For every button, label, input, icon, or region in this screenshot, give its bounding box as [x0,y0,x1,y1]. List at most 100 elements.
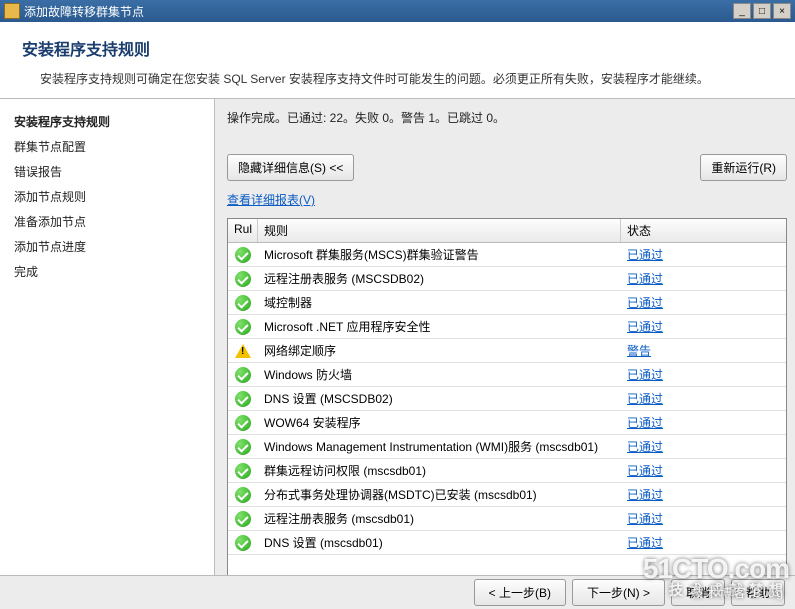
back-button[interactable]: < 上一步(B) [474,579,566,606]
table-header: Rul 规则 状态 [228,219,786,243]
sidebar: 安装程序支持规则群集节点配置错误报告添加节点规则准备添加节点添加节点进度完成 [0,99,215,587]
table-row[interactable]: 远程注册表服务 (mscsdb01) 已通过 [228,507,786,531]
col-status[interactable]: 状态 [621,219,786,242]
status-link[interactable]: 已通过 [627,440,663,454]
check-icon [235,535,251,551]
check-icon [235,415,251,431]
status-icon-cell [228,439,258,455]
close-button[interactable]: × [773,3,791,19]
status-icon-cell [228,391,258,407]
table-row[interactable]: Windows 防火墙已通过 [228,363,786,387]
sidebar-item-3[interactable]: 添加节点规则 [6,184,208,209]
rule-name: Microsoft .NET 应用程序安全性 [258,318,621,335]
rule-status: 已通过 [621,270,786,287]
rule-status: 已通过 [621,462,786,479]
status-icon-cell [228,295,258,311]
rule-name: 远程注册表服务 (mscsdb01) [258,510,621,527]
rule-name: 群集远程访问权限 (mscsdb01) [258,462,621,479]
status-icon-cell [228,271,258,287]
table-row[interactable]: Microsoft .NET 应用程序安全性已通过 [228,315,786,339]
page-title: 安装程序支持规则 [22,36,773,60]
rule-name: Windows Management Instrumentation (WMI)… [258,438,621,455]
rule-status: 已通过 [621,366,786,383]
sidebar-item-2[interactable]: 错误报告 [6,159,208,184]
table-row[interactable]: 网络绑定顺序警告 [228,339,786,363]
wizard-footer: < 上一步(B) 下一步(N) > 取消 帮助 [0,575,795,609]
status-icon-cell [228,247,258,263]
col-rule[interactable]: 规则 [258,219,621,242]
page-description: 安装程序支持规则可确定在您安装 SQL Server 安装程序支持文件时可能发生… [40,70,773,88]
sidebar-item-1[interactable]: 群集节点配置 [6,134,208,159]
rule-name: WOW64 安装程序 [258,414,621,431]
col-icon[interactable]: Rul [228,219,258,242]
rule-status: 已通过 [621,414,786,431]
table-row[interactable]: 域控制器已通过 [228,291,786,315]
check-icon [235,319,251,335]
status-icon-cell [228,463,258,479]
rules-table: Rul 规则 状态 Microsoft 群集服务(MSCS)群集验证警告已通过远… [227,218,787,581]
status-link[interactable]: 已通过 [627,392,663,406]
app-icon [4,3,20,19]
sidebar-item-5[interactable]: 添加节点进度 [6,234,208,259]
table-row[interactable]: Microsoft 群集服务(MSCS)群集验证警告已通过 [228,243,786,267]
status-icon-cell [228,367,258,383]
page-header: 安装程序支持规则 安装程序支持规则可确定在您安装 SQL Server 安装程序… [0,22,795,99]
status-icon-cell [228,344,258,358]
status-link[interactable]: 已通过 [627,416,663,430]
help-button[interactable]: 帮助 [731,579,785,606]
rule-status: 已通过 [621,534,786,551]
rule-status: 已通过 [621,438,786,455]
toolbar: 隐藏详细信息(S) << 重新运行(R) [227,154,787,181]
table-row[interactable]: WOW64 安装程序已通过 [228,411,786,435]
rule-name: DNS 设置 (mscsdb01) [258,534,621,551]
status-link[interactable]: 已通过 [627,464,663,478]
rule-name: 分布式事务处理协调器(MSDTC)已安装 (mscsdb01) [258,486,621,503]
status-link[interactable]: 已通过 [627,296,663,310]
rule-status: 已通过 [621,510,786,527]
status-link[interactable]: 已通过 [627,320,663,334]
rule-status: 警告 [621,342,786,359]
rule-name: Windows 防火墙 [258,366,621,383]
title-bar: 添加故障转移群集节点 _ □ × [0,0,795,22]
status-link[interactable]: 已通过 [627,248,663,262]
status-link[interactable]: 警告 [627,344,651,358]
rerun-button[interactable]: 重新运行(R) [700,154,787,181]
table-row[interactable]: Windows Management Instrumentation (WMI)… [228,435,786,459]
table-row[interactable]: 分布式事务处理协调器(MSDTC)已安装 (mscsdb01) 已通过 [228,483,786,507]
sidebar-item-4[interactable]: 准备添加节点 [6,209,208,234]
rule-name: DNS 设置 (MSCSDB02) [258,390,621,407]
check-icon [235,295,251,311]
status-link[interactable]: 已通过 [627,488,663,502]
view-report-link[interactable]: 查看详细报表(V) [227,191,787,208]
hide-details-button[interactable]: 隐藏详细信息(S) << [227,154,354,181]
check-icon [235,487,251,503]
table-row[interactable]: DNS 设置 (mscsdb01) 已通过 [228,531,786,555]
maximize-button[interactable]: □ [753,3,771,19]
rule-name: Microsoft 群集服务(MSCS)群集验证警告 [258,246,621,263]
status-link[interactable]: 已通过 [627,536,663,550]
table-row[interactable]: DNS 设置 (MSCSDB02) 已通过 [228,387,786,411]
status-icon-cell [228,535,258,551]
table-row[interactable]: 远程注册表服务 (MSCSDB02) 已通过 [228,267,786,291]
rule-status: 已通过 [621,318,786,335]
sidebar-item-6[interactable]: 完成 [6,259,208,284]
status-icon-cell [228,511,258,527]
status-link[interactable]: 已通过 [627,512,663,526]
rule-name: 远程注册表服务 (MSCSDB02) [258,270,621,287]
minimize-button[interactable]: _ [733,3,751,19]
status-icon-cell [228,319,258,335]
status-link[interactable]: 已通过 [627,272,663,286]
check-icon [235,439,251,455]
check-icon [235,391,251,407]
window-title: 添加故障转移群集节点 [24,3,733,20]
next-button[interactable]: 下一步(N) > [572,579,665,606]
rule-name: 网络绑定顺序 [258,342,621,359]
table-body: Microsoft 群集服务(MSCS)群集验证警告已通过远程注册表服务 (MS… [228,243,786,580]
cancel-button[interactable]: 取消 [671,579,725,606]
main-panel: 操作完成。已通过: 22。失败 0。警告 1。已跳过 0。 隐藏详细信息(S) … [215,99,795,587]
status-icon-cell [228,415,258,431]
sidebar-item-0[interactable]: 安装程序支持规则 [6,109,208,134]
table-row[interactable]: 群集远程访问权限 (mscsdb01) 已通过 [228,459,786,483]
status-link[interactable]: 已通过 [627,368,663,382]
rule-status: 已通过 [621,486,786,503]
